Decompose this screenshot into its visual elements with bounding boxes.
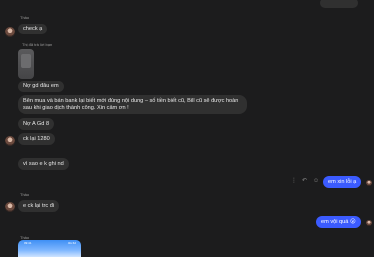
sender-avatar-3[interactable] bbox=[5, 202, 15, 212]
message-me-2[interactable]: em vội quá 😮 bbox=[316, 216, 361, 228]
message-eck[interactable]: e ck lại trc đi bbox=[18, 200, 60, 212]
message-ck[interactable]: ck lại 1280 bbox=[18, 133, 55, 145]
sender-avatar[interactable] bbox=[5, 27, 15, 37]
message-check[interactable]: check ạ bbox=[18, 24, 48, 34]
phone-status: 4G 62 bbox=[67, 241, 76, 245]
shared-phone-screenshot[interactable]: 09:41 4G 62 bbox=[18, 240, 81, 257]
message-visao[interactable]: vì sao e k ghi nd bbox=[18, 158, 69, 170]
phone-status-bar: 09:41 4G 62 bbox=[24, 242, 76, 245]
message-notice[interactable]: Bên mua và bán bank lại biết mới đúng nộ… bbox=[18, 95, 247, 114]
message-nga[interactable]: Nợ A Gd 8 bbox=[18, 118, 55, 130]
replied-photo-overlay bbox=[21, 54, 31, 68]
more-icon[interactable]: ⋮ bbox=[291, 177, 297, 185]
message-me-1[interactable]: em xin lỗi ạ bbox=[323, 176, 362, 188]
reply-context-label: Thị đã trả lời bạn bbox=[22, 42, 53, 47]
outgoing-bubble-top[interactable] bbox=[320, 0, 358, 8]
sender-avatar-2[interactable] bbox=[5, 136, 15, 146]
sender-name: Thảo bbox=[20, 15, 30, 20]
seen-avatar-icon bbox=[366, 180, 372, 186]
phone-time: 09:41 bbox=[24, 241, 32, 245]
sender-name-2: Thảo bbox=[20, 192, 30, 197]
seen-avatar-icon-2 bbox=[366, 220, 372, 226]
message-no-gd[interactable]: Nợ gd đâu em bbox=[18, 81, 64, 92]
emoji-icon[interactable]: ☺ bbox=[313, 177, 319, 185]
reply-icon[interactable]: ↶ bbox=[302, 177, 307, 185]
